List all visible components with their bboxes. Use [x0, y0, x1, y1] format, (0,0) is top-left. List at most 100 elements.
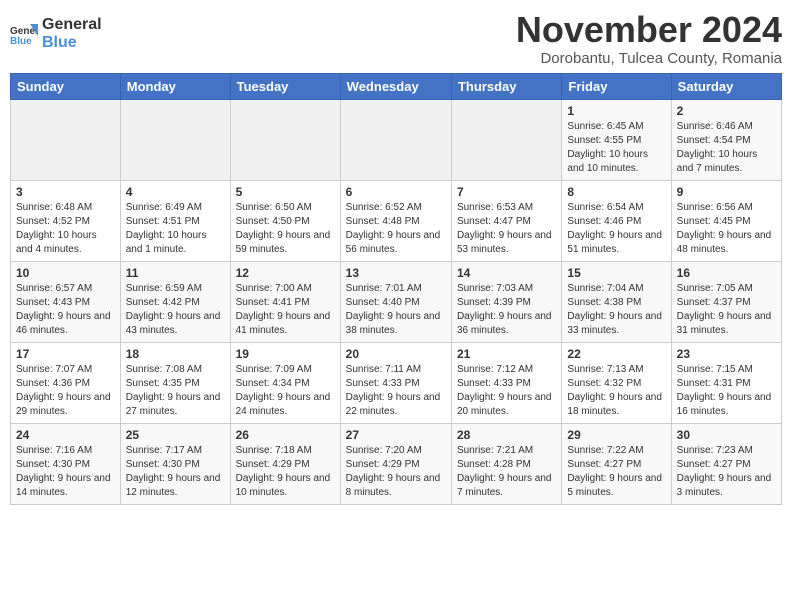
day-number: 30: [677, 428, 776, 442]
day-number: 29: [567, 428, 665, 442]
day-number: 12: [236, 266, 335, 280]
title-area: November 2024 Dorobantu, Tulcea County, …: [516, 10, 782, 67]
day-info: Sunrise: 7:21 AM Sunset: 4:28 PM Dayligh…: [457, 444, 556, 500]
day-number: 19: [236, 347, 335, 361]
day-info: Sunrise: 7:00 AM Sunset: 4:41 PM Dayligh…: [236, 282, 335, 338]
day-number: 11: [126, 266, 225, 280]
day-cell: 12 Sunrise: 7:00 AM Sunset: 4:41 PM Dayli…: [230, 261, 340, 342]
day-cell: 29 Sunrise: 7:22 AM Sunset: 4:27 PM Dayli…: [562, 423, 671, 504]
day-info: Sunrise: 7:20 AM Sunset: 4:29 PM Dayligh…: [346, 444, 446, 500]
day-cell: 4 Sunrise: 6:49 AM Sunset: 4:51 PM Daylig…: [120, 180, 230, 261]
day-cell: 6Sunrise: 6:52 AM Sunset: 4:48 PM Daylig…: [340, 180, 451, 261]
day-cell: 19 Sunrise: 7:09 AM Sunset: 4:34 PM Dayli…: [230, 342, 340, 423]
day-number: 7: [457, 185, 556, 199]
day-info: Sunrise: 6:57 AM Sunset: 4:43 PM Dayligh…: [16, 282, 115, 338]
location-subtitle: Dorobantu, Tulcea County, Romania: [516, 50, 782, 67]
day-number: 25: [126, 428, 225, 442]
day-info: Sunrise: 7:17 AM Sunset: 4:30 PM Dayligh…: [126, 444, 225, 500]
day-number: 8: [567, 185, 665, 199]
day-number: 17: [16, 347, 115, 361]
day-cell: 22Sunrise: 7:13 AM Sunset: 4:32 PM Dayli…: [562, 342, 671, 423]
weekday-header-sunday: Sunday: [11, 73, 121, 99]
day-info: Sunrise: 6:56 AM Sunset: 4:45 PM Dayligh…: [677, 201, 776, 257]
day-cell: 1 Sunrise: 6:45 AM Sunset: 4:55 PM Daylig…: [562, 99, 671, 180]
day-info: Sunrise: 6:50 AM Sunset: 4:50 PM Dayligh…: [236, 201, 335, 257]
day-cell: [340, 99, 451, 180]
day-number: 2: [677, 104, 776, 118]
day-info: Sunrise: 7:12 AM Sunset: 4:33 PM Dayligh…: [457, 363, 556, 419]
day-number: 13: [346, 266, 446, 280]
day-info: Sunrise: 7:04 AM Sunset: 4:38 PM Dayligh…: [567, 282, 665, 338]
day-info: Sunrise: 7:23 AM Sunset: 4:27 PM Dayligh…: [677, 444, 776, 500]
logo-blue-text: Blue: [42, 34, 102, 52]
day-info: Sunrise: 6:49 AM Sunset: 4:51 PM Dayligh…: [126, 201, 225, 257]
day-number: 22: [567, 347, 665, 361]
week-row-2: 3 Sunrise: 6:48 AM Sunset: 4:52 PM Daylig…: [11, 180, 782, 261]
day-info: Sunrise: 6:53 AM Sunset: 4:47 PM Dayligh…: [457, 201, 556, 257]
day-number: 24: [16, 428, 115, 442]
day-cell: 20Sunrise: 7:11 AM Sunset: 4:33 PM Dayli…: [340, 342, 451, 423]
day-info: Sunrise: 7:05 AM Sunset: 4:37 PM Dayligh…: [677, 282, 776, 338]
weekday-header-thursday: Thursday: [451, 73, 561, 99]
week-row-4: 17 Sunrise: 7:07 AM Sunset: 4:36 PM Dayli…: [11, 342, 782, 423]
day-cell: 15 Sunrise: 7:04 AM Sunset: 4:38 PM Dayli…: [562, 261, 671, 342]
day-cell: 17 Sunrise: 7:07 AM Sunset: 4:36 PM Dayli…: [11, 342, 121, 423]
day-number: 5: [236, 185, 335, 199]
day-number: 21: [457, 347, 556, 361]
day-info: Sunrise: 7:16 AM Sunset: 4:30 PM Dayligh…: [16, 444, 115, 500]
day-info: Sunrise: 6:46 AM Sunset: 4:54 PM Dayligh…: [677, 120, 776, 176]
day-number: 9: [677, 185, 776, 199]
day-info: Sunrise: 7:01 AM Sunset: 4:40 PM Dayligh…: [346, 282, 446, 338]
day-info: Sunrise: 7:09 AM Sunset: 4:34 PM Dayligh…: [236, 363, 335, 419]
day-cell: 2 Sunrise: 6:46 AM Sunset: 4:54 PM Daylig…: [671, 99, 781, 180]
day-number: 20: [346, 347, 446, 361]
day-number: 10: [16, 266, 115, 280]
day-number: 27: [346, 428, 446, 442]
day-number: 4: [126, 185, 225, 199]
day-cell: 13 Sunrise: 7:01 AM Sunset: 4:40 PM Dayli…: [340, 261, 451, 342]
day-info: Sunrise: 6:59 AM Sunset: 4:42 PM Dayligh…: [126, 282, 225, 338]
day-info: Sunrise: 6:45 AM Sunset: 4:55 PM Dayligh…: [567, 120, 665, 176]
day-number: 14: [457, 266, 556, 280]
day-number: 1: [567, 104, 665, 118]
day-cell: 28 Sunrise: 7:21 AM Sunset: 4:28 PM Dayli…: [451, 423, 561, 504]
day-cell: [11, 99, 121, 180]
calendar-table: SundayMondayTuesdayWednesdayThursdayFrid…: [10, 73, 782, 505]
logo-general-text: General: [42, 16, 102, 34]
weekday-header-tuesday: Tuesday: [230, 73, 340, 99]
day-number: 15: [567, 266, 665, 280]
day-number: 28: [457, 428, 556, 442]
day-info: Sunrise: 7:08 AM Sunset: 4:35 PM Dayligh…: [126, 363, 225, 419]
day-cell: 25 Sunrise: 7:17 AM Sunset: 4:30 PM Dayli…: [120, 423, 230, 504]
day-number: 26: [236, 428, 335, 442]
day-cell: 14Sunrise: 7:03 AM Sunset: 4:39 PM Dayli…: [451, 261, 561, 342]
day-cell: 23Sunrise: 7:15 AM Sunset: 4:31 PM Dayli…: [671, 342, 781, 423]
svg-text:Blue: Blue: [10, 36, 32, 47]
day-info: Sunrise: 7:22 AM Sunset: 4:27 PM Dayligh…: [567, 444, 665, 500]
weekday-header-friday: Friday: [562, 73, 671, 99]
day-cell: 3 Sunrise: 6:48 AM Sunset: 4:52 PM Daylig…: [11, 180, 121, 261]
day-cell: 5 Sunrise: 6:50 AM Sunset: 4:50 PM Daylig…: [230, 180, 340, 261]
day-number: 18: [126, 347, 225, 361]
day-info: Sunrise: 6:52 AM Sunset: 4:48 PM Dayligh…: [346, 201, 446, 257]
weekday-header-row: SundayMondayTuesdayWednesdayThursdayFrid…: [11, 73, 782, 99]
weekday-header-saturday: Saturday: [671, 73, 781, 99]
day-cell: [120, 99, 230, 180]
day-cell: 18 Sunrise: 7:08 AM Sunset: 4:35 PM Dayli…: [120, 342, 230, 423]
weekday-header-monday: Monday: [120, 73, 230, 99]
day-cell: 26Sunrise: 7:18 AM Sunset: 4:29 PM Dayli…: [230, 423, 340, 504]
day-number: 3: [16, 185, 115, 199]
day-info: Sunrise: 6:54 AM Sunset: 4:46 PM Dayligh…: [567, 201, 665, 257]
day-cell: 8 Sunrise: 6:54 AM Sunset: 4:46 PM Daylig…: [562, 180, 671, 261]
day-info: Sunrise: 7:07 AM Sunset: 4:36 PM Dayligh…: [16, 363, 115, 419]
day-cell: 21 Sunrise: 7:12 AM Sunset: 4:33 PM Dayli…: [451, 342, 561, 423]
page-header: General Blue General Blue November 2024 …: [10, 10, 782, 67]
month-title: November 2024: [516, 10, 782, 50]
day-info: Sunrise: 6:48 AM Sunset: 4:52 PM Dayligh…: [16, 201, 115, 257]
day-number: 16: [677, 266, 776, 280]
day-cell: 27 Sunrise: 7:20 AM Sunset: 4:29 PM Dayli…: [340, 423, 451, 504]
day-cell: 11 Sunrise: 6:59 AM Sunset: 4:42 PM Dayli…: [120, 261, 230, 342]
week-row-1: 1 Sunrise: 6:45 AM Sunset: 4:55 PM Daylig…: [11, 99, 782, 180]
logo: General Blue General Blue: [10, 16, 102, 51]
day-cell: 24 Sunrise: 7:16 AM Sunset: 4:30 PM Dayli…: [11, 423, 121, 504]
